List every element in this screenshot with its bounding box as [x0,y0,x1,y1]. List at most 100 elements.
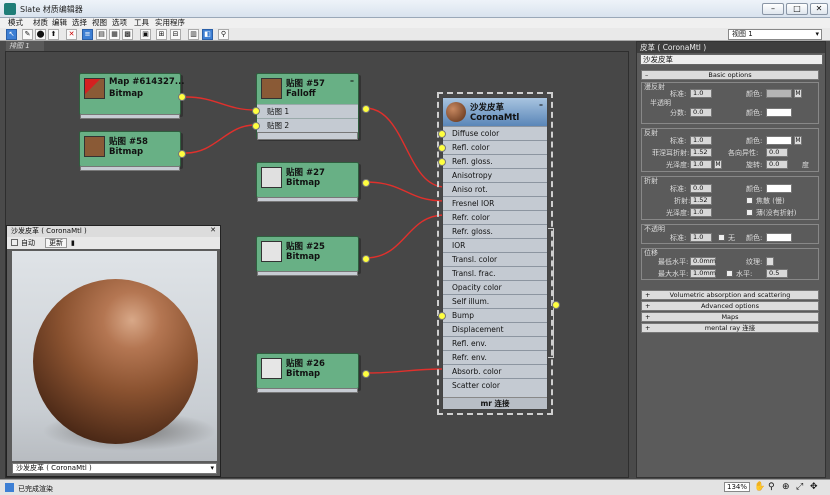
mr-connect-button[interactable]: mr 连接 [443,397,547,409]
input-socket[interactable] [438,354,446,362]
menu-mode[interactable]: 模式 [8,18,23,28]
menu-view[interactable]: 视图 [92,18,107,28]
material-slot[interactable]: Refr. env. [443,350,547,364]
menu-edit[interactable]: 编辑 [52,18,67,28]
delete-icon[interactable]: ✕ [66,29,77,40]
assign-material-icon[interactable]: ⬤ [35,29,46,40]
node-map-27[interactable]: 贴图 #27 Bitmap [256,162,370,202]
material-node[interactable]: 沙发皮革 CoronaMtl – Diffuse color Refl. colo… [437,92,553,415]
opacity-level-input[interactable]: 1.0 [690,233,712,242]
material-slot[interactable]: Self illum. [443,294,547,308]
menu-options[interactable]: 选项 [112,18,127,28]
rollout-basic-options[interactable]: – Basic options [641,70,819,80]
node-slot[interactable]: 贴图 2 [257,118,358,132]
output-socket[interactable] [178,150,186,158]
node-map-25[interactable]: 贴图 #25 Bitmap [256,236,370,276]
refraction-gloss-input[interactable]: 1.0 [690,208,712,217]
input-socket[interactable] [438,242,446,250]
hide-unused-icon[interactable]: ▤ [96,29,107,40]
refraction-color-swatch[interactable] [766,184,792,193]
input-socket[interactable] [438,298,446,306]
material-output-socket[interactable] [552,301,560,309]
material-slot[interactable]: Displacement [443,322,547,336]
menu-material[interactable]: 材质 [33,18,48,28]
material-slot[interactable]: Refr. color [443,210,547,224]
output-socket[interactable] [178,93,186,101]
output-socket[interactable] [362,179,370,187]
update-button[interactable]: 更新 [45,238,67,248]
pick-material-icon[interactable]: ✎ [22,29,33,40]
rollout-maps[interactable]: + Maps [641,312,819,322]
select-tool-icon[interactable]: ↖ [6,29,17,40]
rollout-advanced[interactable]: + Advanced options [641,301,819,311]
layout-children-icon[interactable]: ⊞ [156,29,167,40]
input-socket[interactable] [438,326,446,334]
water-level-input[interactable]: 0.5 [766,269,788,278]
pan-icon[interactable]: ✋ [754,482,765,492]
menu-utilities[interactable]: 实用程序 [155,18,185,28]
pan-selected-icon[interactable]: ✥ [810,482,818,492]
input-socket[interactable] [252,107,260,115]
collapse-icon[interactable]: – [539,100,543,109]
auto-checkbox[interactable] [11,239,18,246]
input-socket[interactable] [438,270,446,278]
output-socket[interactable] [362,255,370,263]
node-slot[interactable]: 贴图 1 [257,104,358,118]
reflection-color-swatch[interactable] [766,136,792,145]
output-socket[interactable] [362,370,370,378]
input-socket[interactable] [438,130,446,138]
parameter-editor-icon[interactable]: ▥ [188,29,199,40]
material-slot[interactable]: Bump [438,308,547,322]
anisotropy-input[interactable]: 0.0 [766,148,788,157]
reflection-gloss-input[interactable]: 1.0 [690,160,712,169]
fresnel-ior-input[interactable]: 1.52 [690,148,712,157]
input-socket[interactable] [438,256,446,264]
input-socket[interactable] [438,172,446,180]
material-navigator-icon[interactable]: ⊟ [170,29,181,40]
minimize-button[interactable]: – [762,3,784,15]
rollout-volumetric[interactable]: + Volumetric absorption and scattering [641,290,819,300]
refraction-level-input[interactable]: 0.0 [690,184,712,193]
material-slot[interactable]: Absorb. color [443,364,547,378]
material-slot[interactable]: Transl. frac. [443,266,547,280]
rotation-input[interactable]: 0.0 [766,160,788,169]
view-select[interactable]: 视图 1 ▾ [728,29,822,40]
displacement-max-input[interactable]: 1.0mm [690,269,716,278]
options-icon[interactable]: ▮ [71,237,75,249]
put-to-scene-icon[interactable]: ⬆ [48,29,59,40]
input-socket[interactable] [438,200,446,208]
input-socket[interactable] [438,158,446,166]
material-slot[interactable]: Refl. color [438,140,547,154]
material-slot[interactable]: Refl. env. [443,336,547,350]
texture-map-button[interactable] [766,257,774,266]
input-socket[interactable] [438,228,446,236]
input-socket[interactable] [438,312,446,320]
material-slot[interactable]: IOR [443,238,547,252]
reflection-map-button[interactable]: M [794,136,802,145]
maximize-button[interactable]: □ [786,3,808,15]
material-slot[interactable]: Scatter color [443,378,547,392]
diffuse-map-button[interactable]: M [794,89,802,98]
displacement-min-input[interactable]: 0.0mm [690,257,716,266]
menu-tools[interactable]: 工具 [134,18,149,28]
material-slot[interactable]: Anisotropy [443,168,547,182]
refraction-ior-input[interactable]: 1.52 [690,196,712,205]
material-slot[interactable]: Diffuse color [438,126,547,140]
input-socket[interactable] [438,186,446,194]
material-browser-icon[interactable]: ◧ [202,29,213,40]
gloss-map-button[interactable]: M [714,160,722,169]
menu-select[interactable]: 选择 [72,18,87,28]
node-map-58[interactable]: 贴图 #58 Bitmap [79,131,186,171]
node-map-26[interactable]: 贴图 #26 Bitmap [256,353,370,393]
translucency-fraction-input[interactable]: 0.0 [690,108,712,117]
input-socket[interactable] [438,368,446,376]
node-map-57[interactable]: 贴图 #57 Falloff – 贴图 1 贴图 2 [252,73,370,140]
input-socket[interactable] [438,214,446,222]
tab-view-1[interactable]: 排图 1 [6,41,44,51]
material-slot[interactable]: Opacity color [443,280,547,294]
opacity-map-checkbox[interactable] [718,234,725,241]
caustics-checkbox[interactable] [746,197,753,204]
preview-material-select[interactable]: 沙发皮革 ( CoronaMtl ) ▾ [12,463,217,474]
material-slot[interactable]: Refr. gloss. [443,224,547,238]
thin-checkbox[interactable] [746,209,753,216]
